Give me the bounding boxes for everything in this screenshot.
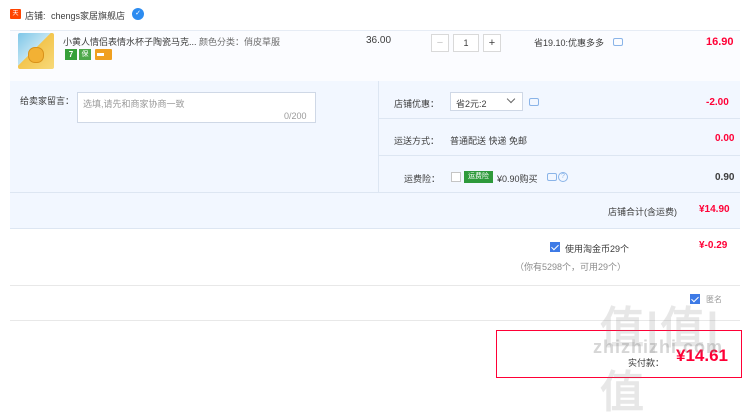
discount-info-icon[interactable] — [613, 38, 623, 46]
coins-discount-amount: ¥-0.29 — [699, 240, 728, 251]
insurance-label: 运费险： — [404, 174, 441, 184]
quantity-increase-button[interactable]: + — [483, 34, 501, 52]
use-coins-label: 使用淘金币29个 — [565, 244, 630, 254]
unit-price: 36.00 — [366, 35, 392, 46]
store-coupon-amount: -2.00 — [706, 97, 729, 108]
shipping-method: 普通配送 快递 免邮 — [450, 136, 528, 146]
store-label: 店铺: — [25, 11, 46, 21]
panel-divider — [378, 81, 379, 192]
store-name-link[interactable]: chengs家居旗舰店 — [51, 9, 125, 22]
guarantee-icon: 保 — [79, 49, 91, 60]
help-icon[interactable]: ? — [558, 172, 568, 182]
quantity-input[interactable]: 1 — [453, 34, 479, 52]
row-divider — [10, 192, 740, 193]
credit-card-icon — [95, 49, 112, 60]
wangwang-chat-icon[interactable]: ✓ — [132, 8, 144, 20]
item-discount: 省19.10:优惠多多 — [534, 38, 605, 48]
store-total-amount: ¥14.90 — [699, 204, 730, 215]
seller-message-label: 给卖家留言： — [20, 96, 75, 106]
insurance-price: ¥0.90购买 — [497, 174, 538, 184]
coupon-info-icon[interactable] — [529, 98, 539, 106]
row-divider — [379, 118, 740, 119]
store-coupon-label: 店铺优惠： — [394, 99, 440, 109]
quantity-decrease-button[interactable]: − — [431, 34, 449, 52]
shipping-amount: 0.00 — [715, 133, 735, 144]
quantity-stepper: − 1 + — [431, 34, 501, 52]
product-thumbnail[interactable] — [18, 33, 54, 69]
coins-balance-note: （你有5298个，可用29个） — [515, 262, 627, 272]
product-title-link[interactable]: 小黄人情侣表情水杯子陶瓷马克... — [63, 35, 197, 48]
section-divider — [10, 285, 740, 286]
message-char-count: 0/200 — [284, 111, 307, 121]
row-divider — [379, 155, 740, 156]
tmall-store-icon: 天猫 — [10, 9, 21, 27]
store-coupon-value: 省2元:2 — [456, 99, 487, 109]
insurance-tag: 运费险 — [464, 171, 493, 183]
store-total-label: 店铺合计(含运费) — [608, 207, 677, 217]
seven-day-return-icon: 7 — [65, 49, 77, 60]
insurance-checkbox[interactable] — [451, 172, 461, 182]
product-sku: 颜色分类：俏皮草服 — [199, 37, 281, 47]
use-coins-checkbox[interactable] — [550, 242, 560, 252]
item-subtotal: 16.90 — [706, 36, 734, 48]
insurance-info-icon[interactable] — [547, 173, 557, 181]
site-watermark-url: zhizhizhi.com — [593, 337, 723, 357]
insurance-amount: 0.90 — [715, 172, 735, 183]
minion-figure-icon — [28, 47, 44, 63]
shipping-label: 运送方式： — [394, 136, 440, 146]
seller-message-placeholder: 选填,请先和商家协商一致 — [83, 99, 185, 109]
